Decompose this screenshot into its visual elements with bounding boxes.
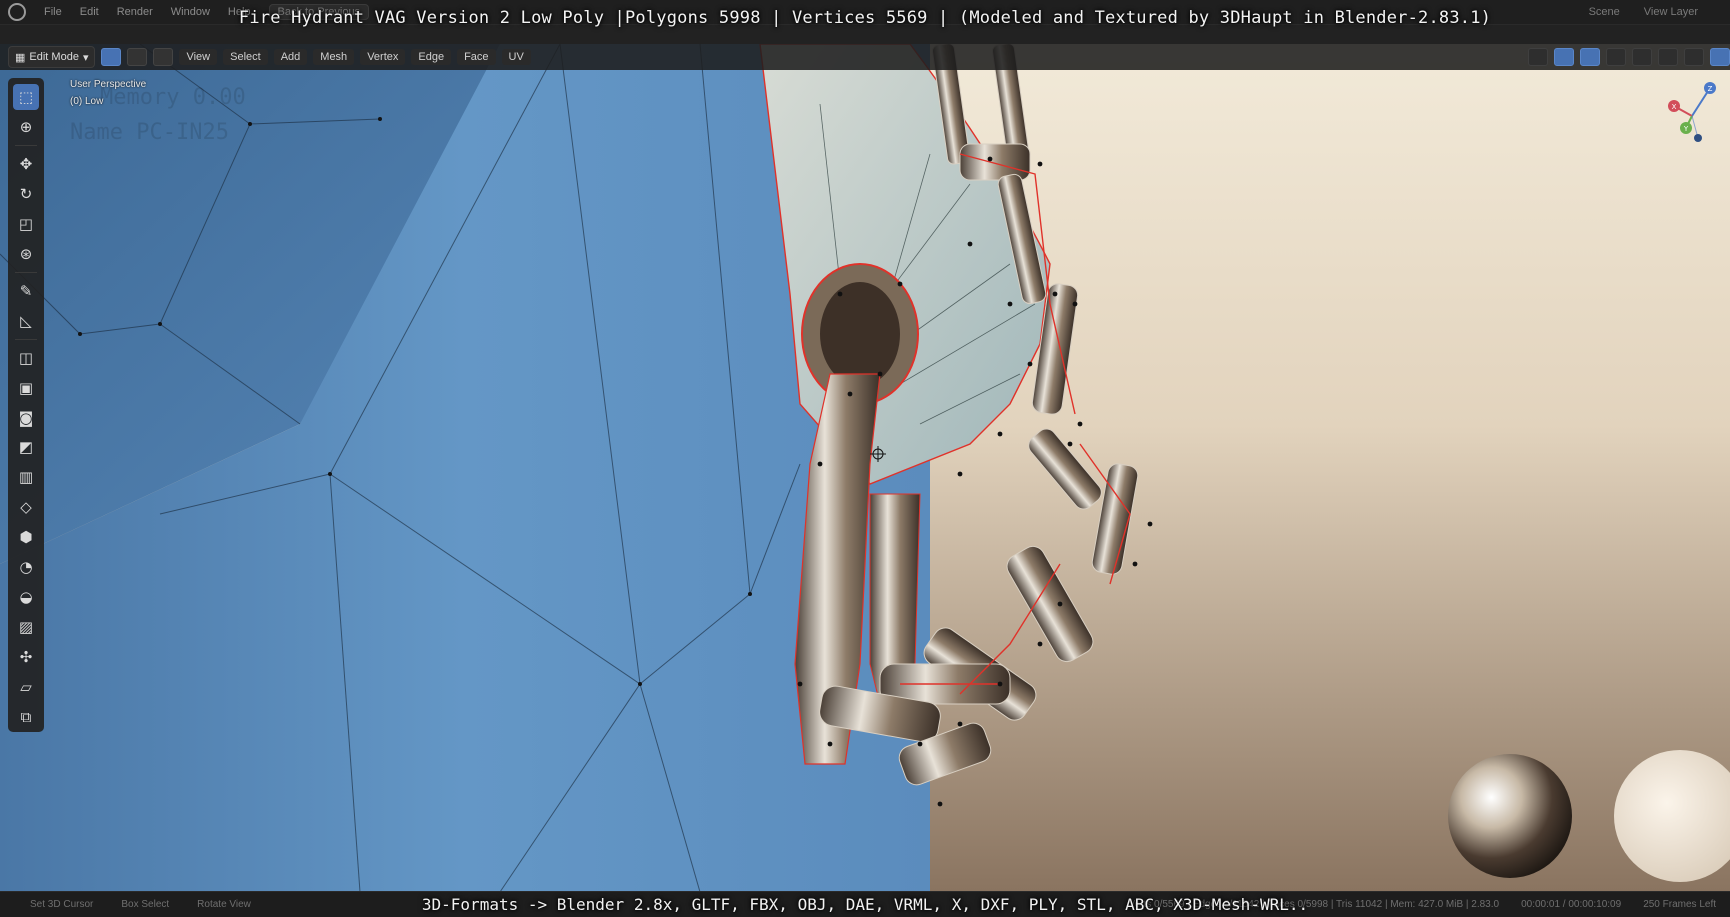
smooth-tool-icon[interactable]: ◒	[13, 584, 39, 610]
uv-menu[interactable]: UV	[501, 49, 531, 65]
wireframe-shading-icon[interactable]	[1632, 48, 1652, 66]
select-menu[interactable]: Select	[223, 49, 268, 65]
edge-menu[interactable]: Edge	[411, 49, 452, 65]
loop-cut-tool-icon[interactable]: ▥	[13, 464, 39, 490]
edit-mode-icon: ▦	[15, 51, 26, 64]
spin-tool-icon[interactable]: ◔	[13, 554, 39, 580]
solid-shading-icon[interactable]	[1658, 48, 1678, 66]
mesh-menu[interactable]: Mesh	[313, 49, 355, 65]
object-label: (0) Low	[70, 96, 104, 107]
gizmo-x-label: X	[1672, 103, 1677, 111]
header-right-tools	[1528, 48, 1730, 66]
toolbar-divider	[15, 338, 37, 340]
blender-window: File Edit Render Window Help Back to Pre…	[0, 0, 1730, 917]
3d-viewport[interactable]	[0, 44, 1730, 892]
rip-tool-icon[interactable]: ⧉	[13, 704, 39, 730]
vertex-menu[interactable]: Vertex	[360, 49, 406, 65]
view-menu[interactable]: View	[179, 49, 218, 65]
viewport-info: User Perspective (0) Low	[70, 76, 146, 110]
inset-tool-icon[interactable]: ◙	[13, 405, 39, 431]
add-menu[interactable]: Add	[273, 49, 308, 65]
move-tool-icon[interactable]: ✥	[13, 151, 39, 177]
tool-shelf: ⬚ ⊕ ✥ ↻ ◰ ⊛ ✎ ◺ ◫ ▣ ◙ ◩ ▥ ◇ ⬢ ◔ ◒ ▨ ✣ ▱ …	[8, 78, 44, 732]
toolbar-divider	[15, 271, 37, 273]
poly-build-tool-icon[interactable]: ⬢	[13, 524, 39, 550]
face-select-button[interactable]	[153, 48, 174, 66]
visibility-icon[interactable]	[1528, 48, 1548, 66]
gizmo-toggle-icon[interactable]	[1554, 48, 1574, 66]
edge-slide-tool-icon[interactable]: ▨	[13, 614, 39, 640]
viewport-header: ▦ Edit Mode ▾ View Select Add Mesh Verte…	[0, 44, 1730, 70]
add-cube-tool-icon[interactable]: ◫	[13, 345, 39, 371]
select-box-tool-icon[interactable]: ⬚	[13, 84, 39, 110]
overlay-title-caption: Fire Hydrant VAG Version 2 Low Poly |Pol…	[238, 8, 1492, 28]
mode-selector[interactable]: ▦ Edit Mode ▾	[8, 46, 96, 68]
measure-tool-icon[interactable]: ◺	[13, 308, 39, 334]
overlay-formats-caption: 3D-Formats -> Blender 2.8x, GLTF, FBX, O…	[421, 895, 1309, 914]
overlay-toggle-icon[interactable]	[1580, 48, 1600, 66]
vertex-select-button[interactable]	[101, 48, 122, 66]
knife-tool-icon[interactable]: ◇	[13, 494, 39, 520]
bevel-tool-icon[interactable]: ◩	[13, 434, 39, 460]
xray-toggle-icon[interactable]	[1606, 48, 1626, 66]
ghost-name-text: Name PC-IN25	[70, 120, 229, 145]
transform-tool-icon[interactable]: ⊛	[13, 241, 39, 267]
scale-tool-icon[interactable]: ◰	[13, 211, 39, 237]
extrude-tool-icon[interactable]: ▣	[13, 375, 39, 401]
gizmo-y-label: Y	[1683, 125, 1689, 133]
annotate-tool-icon[interactable]: ✎	[13, 278, 39, 304]
navigation-gizmo[interactable]: Z X Y	[1662, 76, 1722, 146]
cursor-tool-icon[interactable]: ⊕	[13, 114, 39, 140]
perspective-label: User Perspective	[70, 79, 147, 90]
reflective-sphere	[1448, 754, 1572, 878]
material-shading-icon[interactable]	[1684, 48, 1704, 66]
shrink-fatten-tool-icon[interactable]: ✣	[13, 644, 39, 670]
rotate-tool-icon[interactable]: ↻	[13, 181, 39, 207]
toolbar-divider	[15, 144, 37, 146]
viewport-scene	[0, 44, 1730, 892]
edge-select-button[interactable]	[127, 48, 148, 66]
chevron-down-icon: ▾	[82, 51, 89, 64]
mode-label: Edit Mode	[29, 51, 79, 63]
gizmo-z-label: Z	[1708, 85, 1713, 93]
rendered-shading-icon[interactable]	[1710, 48, 1730, 66]
shear-tool-icon[interactable]: ▱	[13, 674, 39, 700]
face-menu[interactable]: Face	[457, 49, 496, 65]
gizmo-neg-z-axis[interactable]	[1694, 134, 1702, 142]
